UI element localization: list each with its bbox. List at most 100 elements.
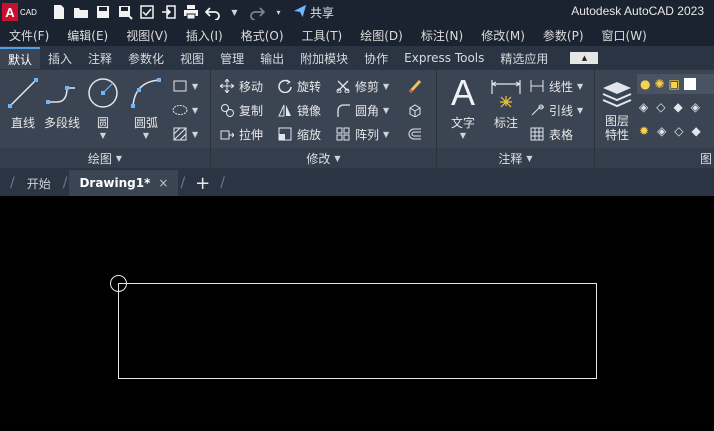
arc-button[interactable]: 圆弧 ▼ [126,74,166,140]
hatch-button[interactable]: ▼ [172,124,198,144]
menu-insert[interactable]: 插入(I) [177,27,232,44]
linear-dimension-icon [529,78,545,94]
text-dropdown-icon[interactable]: ▼ [460,131,466,140]
tab-addins[interactable]: 附加模块 [292,47,356,69]
modify-panel-expand-icon: ▼ [334,153,341,163]
dimension-button[interactable]: 标注 [486,74,526,131]
layers-panel-title[interactable]: 图 [595,148,714,168]
explode-button[interactable] [407,100,423,120]
customize-caret-icon[interactable]: ▾ [270,4,287,21]
tab-annotate[interactable]: 注释 [80,47,120,69]
menu-parametric[interactable]: 参数(P) [534,27,593,44]
layer-freeze-icon[interactable]: ◆ [673,100,682,114]
menu-draw[interactable]: 绘图(D) [351,27,412,44]
layer-walk-icon[interactable]: ◇ [674,124,683,138]
tab-output[interactable]: 输出 [252,47,292,69]
drawing-canvas[interactable] [0,196,714,431]
line-button[interactable]: 直线 [3,74,43,131]
menu-edit[interactable]: 编辑(E) [58,27,117,44]
dropdown-caret-icon[interactable]: ▼ [226,4,243,21]
tab-parametric[interactable]: 参数化 [120,47,172,69]
ellipse-button[interactable]: ▼ [172,100,198,120]
layer-merge-icon[interactable]: ◆ [692,124,701,138]
rotate-button[interactable]: 旋转 [277,76,321,96]
layer-stack-icon [597,74,637,112]
polyline-button[interactable]: 多段线 [42,74,82,131]
mirror-button[interactable]: 镜像 [277,100,321,120]
offset-button[interactable] [407,124,423,144]
open-icon[interactable] [72,4,89,21]
menu-tools[interactable]: 工具(T) [293,27,352,44]
app-logo[interactable]: A CAD [2,2,42,22]
linear-button[interactable]: 线性 ▼ [529,76,583,96]
tab-default[interactable]: 默认 [0,47,41,69]
arc-dropdown-icon[interactable]: ▼ [143,131,149,140]
modify-panel-title[interactable]: 修改 ▼ [211,148,436,168]
circle-dropdown-icon[interactable]: ▼ [100,131,106,140]
menu-window[interactable]: 窗口(W) [593,27,656,44]
menu-dimension[interactable]: 标注(N) [412,27,472,44]
fillet-icon [335,102,351,118]
tab-start[interactable]: 开始 [17,170,61,196]
array-dropdown-icon: ▼ [383,129,390,139]
draw-panel-title[interactable]: 绘图 ▼ [0,148,210,168]
move-button[interactable]: 移动 [219,76,263,96]
scale-label: 缩放 [297,127,322,142]
tab-insert[interactable]: 插入 [40,47,80,69]
table-button[interactable]: 表格 [529,124,573,144]
share-button[interactable]: 共享 [293,4,334,21]
layer-current-icon[interactable]: ✹ [639,124,649,138]
save-as-icon[interactable] [116,4,133,21]
layer-lock-icon[interactable]: ◈ [691,100,700,114]
menu-modify[interactable]: 修改(M) [472,27,534,44]
circle-icon [83,74,123,112]
circle-button[interactable]: 圆 ▼ [83,74,123,140]
array-icon [335,126,351,142]
layers-panel: 图层 特性 ● ✺ ▣ ◈ ◇ ◆ ◈ ✹ ◈ ◇ ◆ 图 [595,70,714,168]
tab-collaborate[interactable]: 协作 [356,47,396,69]
import-icon[interactable] [160,4,177,21]
scale-button[interactable]: 缩放 [277,124,321,144]
menu-file[interactable]: 文件(F) [0,27,58,44]
print-icon[interactable] [182,4,199,21]
polyline-label: 多段线 [43,116,80,130]
new-tab-button[interactable]: + [187,170,218,196]
rectangle-button[interactable]: ▼ [172,76,198,96]
ribbon-minimize-button[interactable]: ▲ [570,52,599,64]
bulb-on-icon: ● [640,77,651,91]
leader-button[interactable]: 引线 ▼ [529,100,583,120]
new-icon[interactable] [50,4,67,21]
layer-isolate-icon[interactable]: ◇ [656,100,665,114]
arc-icon [126,74,166,112]
draw-panel-expand-icon: ▼ [115,153,123,163]
trim-button[interactable]: 修剪 ▼ [335,76,389,96]
array-button[interactable]: 阵列 ▼ [335,124,389,144]
tab-manage[interactable]: 管理 [212,47,252,69]
layer-state-dropdown[interactable]: ● ✺ ▣ [637,74,714,94]
erase-button[interactable] [407,76,423,96]
redo-icon[interactable] [248,4,265,21]
save-icon[interactable] [94,4,111,21]
tab-featured-apps[interactable]: 精选应用 [492,47,556,69]
text-button[interactable]: A 文字 ▼ [443,74,483,141]
undo-icon[interactable] [204,4,221,21]
dimension-label: 标注 [493,116,518,130]
fillet-button[interactable]: 圆角 ▼ [335,100,389,120]
tab-drawing1[interactable]: Drawing1* × [69,170,179,196]
layer-properties-button[interactable]: 图层 特性 [597,74,637,142]
tab-view[interactable]: 视图 [172,47,212,69]
close-tab-icon[interactable]: × [158,176,168,190]
layer-off-icon[interactable]: ◈ [639,100,648,114]
line-label: 直线 [10,116,35,130]
leader-icon [529,102,545,118]
layer-properties-label: 图层 特性 [605,114,629,142]
copy-button[interactable]: 复制 [219,100,263,120]
menu-view[interactable]: 视图(V) [117,27,177,44]
tab-express-tools[interactable]: Express Tools [396,47,492,69]
annotation-panel-title[interactable]: 注释 ▼ [437,148,594,168]
web-save-icon[interactable] [138,4,155,21]
layer-match-icon[interactable]: ◈ [657,124,666,138]
modify-panel: 移动 旋转 修剪 ▼ 复制 镜像 圆角 ▼ 拉伸 缩放 阵列 ▼ 修改 ▼ [211,70,437,168]
menu-format[interactable]: 格式(O) [232,27,293,44]
stretch-button[interactable]: 拉伸 [219,124,263,144]
